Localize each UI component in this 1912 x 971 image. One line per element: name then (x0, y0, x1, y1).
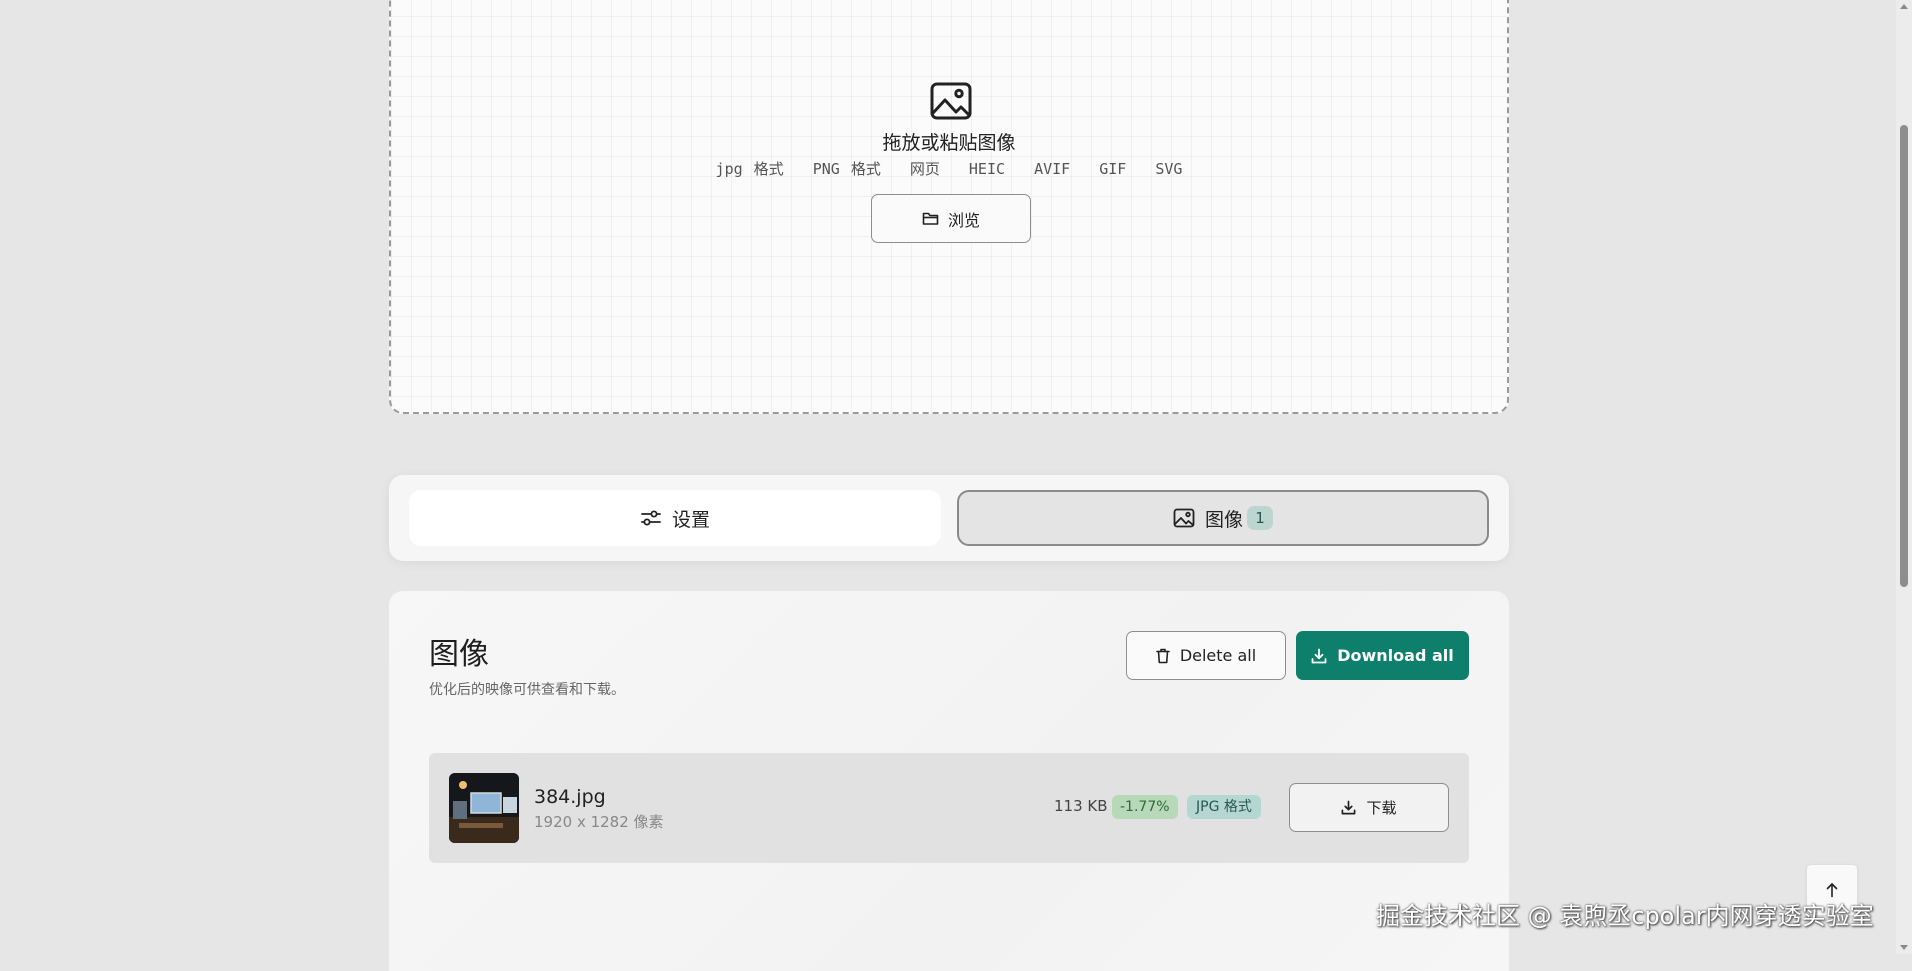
image-count-badge: 1 (1247, 506, 1273, 530)
download-all-label: Download all (1337, 646, 1454, 665)
image-thumbnail (449, 773, 519, 843)
format-label: GIF (1099, 160, 1127, 178)
format-label: HEIC (968, 160, 1006, 178)
format-label: 网页 (909, 160, 940, 178)
download-icon (1342, 800, 1356, 815)
watermark: 掘金技术社区 @ 袁煦丞cpolar内网穿透实验室 (1376, 902, 1874, 930)
delete-all-button[interactable]: Delete all (1126, 631, 1286, 680)
images-panel: 图像 优化后的映像可供查看和下载。 Delete all Download al… (389, 591, 1509, 971)
scroll-up-arrow[interactable] (1900, 4, 1908, 9)
image-icon (1173, 508, 1195, 528)
download-icon (1311, 648, 1327, 663)
tab-settings[interactable]: 设置 (409, 490, 941, 546)
folder-icon (922, 212, 939, 225)
view-tabs: 设置 图像 1 (389, 475, 1509, 561)
sliders-icon (641, 510, 661, 526)
delete-all-label: Delete all (1179, 646, 1257, 665)
tab-settings-label: 设置 (671, 508, 710, 531)
image-icon (930, 82, 972, 120)
tab-images-label: 图像 (1204, 508, 1243, 531)
size-change-badge: -1.77% (1112, 795, 1178, 819)
format-label: AVIF (1034, 160, 1071, 178)
dropzone-title: 拖放或粘贴图像 (882, 132, 1016, 154)
panel-title: 图像 (429, 637, 489, 672)
file-row: 384.jpg 1920 x 1282 像素 113 KB -1.77% JPG… (429, 753, 1469, 863)
browse-label: 浏览 (947, 210, 980, 230)
download-button[interactable]: 下载 (1289, 783, 1449, 832)
format-badge: JPG 格式 (1187, 795, 1261, 819)
format-label: PNG 格式 (812, 160, 881, 178)
download-all-button[interactable]: Download all (1296, 631, 1469, 680)
scroll-down-arrow[interactable] (1900, 945, 1908, 950)
scrollbar-thumb[interactable] (1900, 125, 1908, 587)
tab-images[interactable]: 图像 1 (957, 490, 1489, 546)
format-label: jpg 格式 (715, 160, 784, 178)
browse-button[interactable]: 浏览 (871, 194, 1031, 243)
file-name: 384.jpg (534, 786, 606, 808)
scrollbar[interactable] (1896, 0, 1912, 954)
file-size: 113 KB (1054, 797, 1108, 815)
download-label: 下载 (1366, 799, 1397, 817)
trash-icon (1156, 648, 1170, 663)
panel-subtitle: 优化后的映像可供查看和下载。 (429, 682, 625, 698)
thumbnail-picture (449, 773, 519, 843)
format-label: SVG (1155, 160, 1183, 178)
image-dropzone[interactable]: 拖放或粘贴图像 jpg 格式 PNG 格式 网页 HEIC AVIF GIF S… (389, 0, 1509, 414)
supported-formats: jpg 格式 PNG 格式 网页 HEIC AVIF GIF SVG (391, 158, 1507, 179)
file-dimensions: 1920 x 1282 像素 (534, 813, 664, 831)
